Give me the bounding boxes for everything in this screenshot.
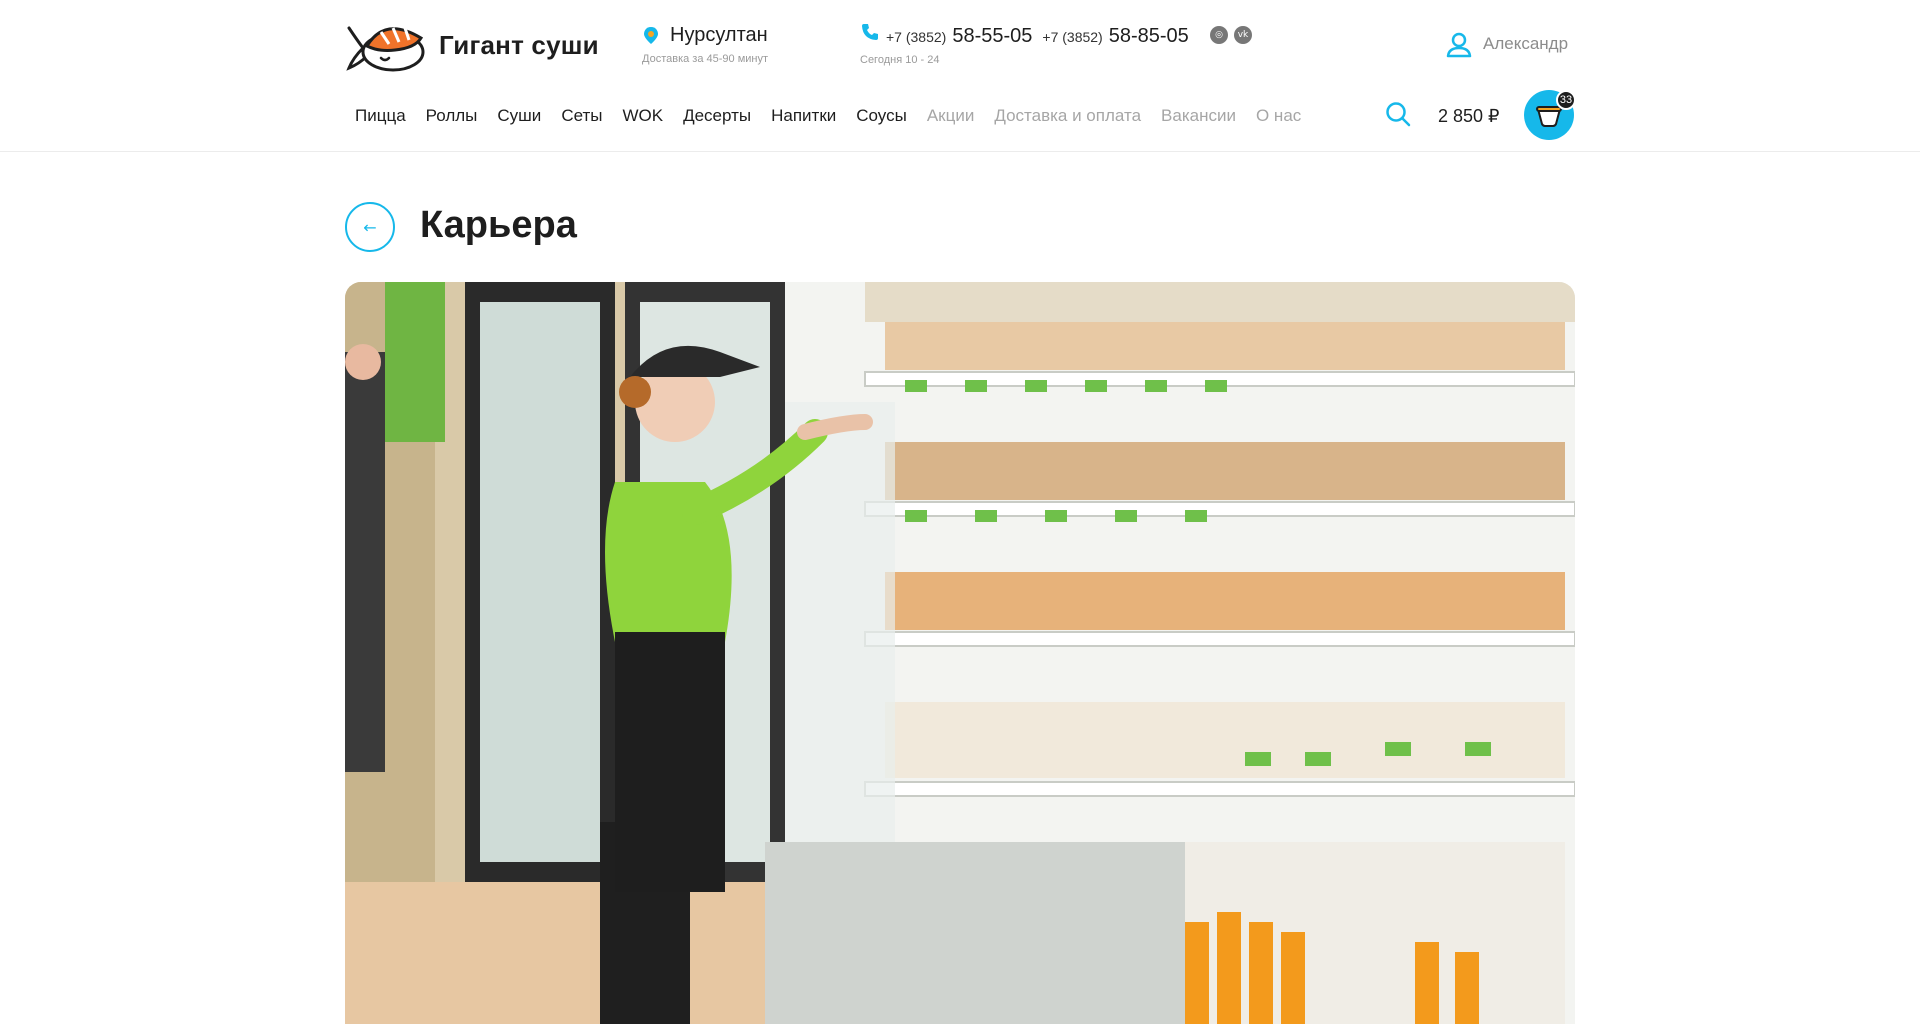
nav-item-sets[interactable]: Сеты <box>551 106 612 126</box>
nav-item-rolls[interactable]: Роллы <box>416 106 488 126</box>
hero-image <box>345 282 1575 1024</box>
phone-code-1: +7 (3852) <box>886 29 947 45</box>
store-photo-illustration <box>345 282 1575 1024</box>
nav-item-pizza[interactable]: Пицца <box>345 106 416 126</box>
nav-item-sauces[interactable]: Соусы <box>846 106 917 126</box>
phone-icon <box>862 24 878 40</box>
nav-item-desserts[interactable]: Десерты <box>673 106 761 126</box>
phone-code-2: +7 (3852) <box>1042 29 1103 45</box>
main-nav: Пицца Роллы Суши Сеты WOK Десерты Напитк… <box>345 106 1311 126</box>
working-hours: Сегодня 10 - 24 <box>860 54 940 66</box>
nav-item-wok[interactable]: WOK <box>612 106 673 126</box>
nav-item-delivery[interactable]: Доставка и оплата <box>984 106 1151 126</box>
site-header: Гигант суши Нурсултан Доставка за 45-90 … <box>0 0 1920 152</box>
nav-item-sushi[interactable]: Суши <box>487 106 551 126</box>
instagram-icon[interactable]: ◎ <box>1210 26 1228 44</box>
arrow-left-icon: ← <box>363 217 377 237</box>
social-links: ◎ vk <box>1210 26 1252 44</box>
city-selector[interactable]: Нурсултан Доставка за 45-90 минут <box>642 24 768 65</box>
nav-item-promotions[interactable]: Акции <box>917 106 985 126</box>
city-name: Нурсултан <box>670 24 768 46</box>
nav-item-vacancies[interactable]: Вакансии <box>1151 106 1246 126</box>
nav-item-about[interactable]: О нас <box>1246 106 1311 126</box>
phone-block: +7 (3852) 58-55-05 +7 (3852) 58-85-05 Се… <box>860 22 1193 66</box>
user-name: Александр <box>1483 34 1569 53</box>
vk-icon[interactable]: vk <box>1234 26 1252 44</box>
logo[interactable]: Гигант суши <box>345 18 599 72</box>
delivery-time: Доставка за 45-90 минут <box>642 53 769 65</box>
back-button[interactable]: ← <box>345 202 395 252</box>
phone-number-2[interactable]: 58-85-05 <box>1109 25 1189 48</box>
cart-count-badge: 33 <box>1556 90 1576 110</box>
page-title: Карьера <box>420 204 577 246</box>
user-icon <box>1446 32 1472 58</box>
nav-item-drinks[interactable]: Напитки <box>761 106 846 126</box>
phone-number-1[interactable]: 58-55-05 <box>952 25 1032 48</box>
fish-logo-icon <box>346 26 425 72</box>
search-icon[interactable] <box>1384 100 1412 128</box>
cart-total[interactable]: 2 850 ₽ <box>1438 106 1500 127</box>
user-account[interactable]: Александр <box>1445 30 1568 58</box>
location-pin-icon <box>644 26 658 44</box>
brand-name: Гигант суши <box>439 29 599 60</box>
